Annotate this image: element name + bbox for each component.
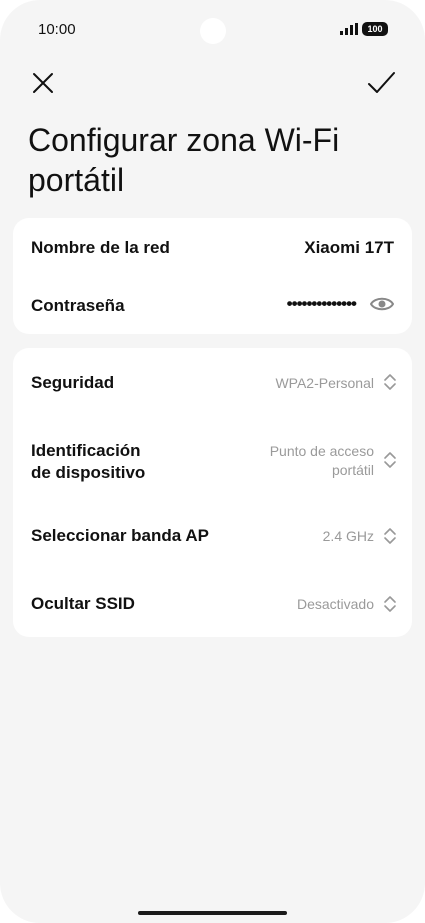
status-bar: 10:00 100 <box>0 0 425 60</box>
network-name-label: Nombre de la red <box>31 238 170 257</box>
band-value: 2.4 GHz <box>322 528 374 544</box>
screen: 10:00 100 Configurar zona Wi-Fi portátil… <box>0 0 425 923</box>
check-icon <box>368 72 395 93</box>
band-row[interactable]: Seleccionar banda AP 2.4 GHz <box>13 504 412 570</box>
device-id-value: Punto de acceso portátil <box>270 442 374 480</box>
chevron-updown-icon <box>384 452 396 468</box>
network-name-row[interactable]: Nombre de la red Xiaomi 17T <box>13 218 412 276</box>
close-button[interactable] <box>28 68 58 98</box>
password-label: Contraseña <box>31 296 125 315</box>
device-id-label-line1: Identificación <box>31 441 141 460</box>
hide-ssid-value: Desactivado <box>296 596 374 612</box>
chevron-updown-icon <box>384 528 396 544</box>
chevron-updown-icon <box>384 596 396 612</box>
device-id-label: Identificación de dispositivo <box>31 440 145 484</box>
settings-card: Seguridad WPA2-Personal Identificación d… <box>13 348 412 637</box>
confirm-button[interactable] <box>366 68 396 98</box>
band-label: Seleccionar banda AP <box>31 526 209 545</box>
page-title: Configurar zona Wi-Fi portátil <box>28 122 340 198</box>
device-id-value-line1: Punto de acceso <box>269 443 374 459</box>
device-id-row[interactable]: Identificación de dispositivo Punto de a… <box>13 420 412 500</box>
password-value: •••••••••••••• <box>286 294 357 313</box>
network-name-value: Xiaomi 17T <box>304 238 394 257</box>
security-value: WPA2-Personal <box>275 375 374 391</box>
password-row[interactable]: Contraseña •••••••••••••• <box>13 276 412 334</box>
hide-ssid-label: Ocultar SSID <box>31 594 135 613</box>
eye-icon[interactable] <box>370 296 394 312</box>
hide-ssid-row[interactable]: Ocultar SSID Desactivado <box>13 572 412 637</box>
close-icon <box>33 73 53 93</box>
camera-cutout <box>200 18 226 44</box>
signal-icon <box>340 23 358 35</box>
home-indicator[interactable] <box>138 911 287 915</box>
battery-icon: 100 <box>362 22 388 36</box>
network-card: Nombre de la red Xiaomi 17T Contraseña •… <box>13 218 412 334</box>
status-time: 10:00 <box>38 21 76 38</box>
device-id-value-line2: portátil <box>331 462 374 478</box>
device-id-label-line2: de dispositivo <box>31 463 146 482</box>
security-label: Seguridad <box>31 373 115 392</box>
security-row[interactable]: Seguridad WPA2-Personal <box>13 348 412 416</box>
chevron-updown-icon <box>384 374 396 390</box>
